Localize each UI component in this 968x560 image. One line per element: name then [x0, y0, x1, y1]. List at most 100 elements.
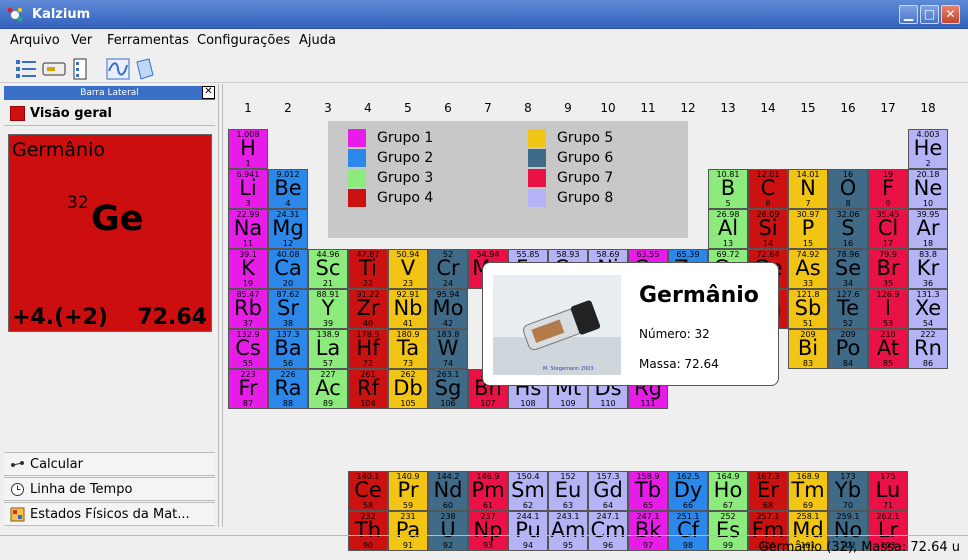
element-cell-tm[interactable]: 168.9 Tm 69 [788, 471, 828, 511]
element-cell-n[interactable]: 14.01 N 7 [788, 169, 828, 209]
element-cell-sg[interactable]: 263.1 Sg 106 [428, 369, 468, 409]
element-cell-cr[interactable]: 52 Cr 24 [428, 249, 468, 289]
legend-icon[interactable] [68, 57, 92, 81]
element-cell-bi[interactable]: 209 Bi 83 [788, 329, 828, 369]
menu-bar: Arquivo Ver Ferramentas Configurações Aj… [0, 29, 968, 52]
element-cell-pr[interactable]: 140.9 Pr 59 [388, 471, 428, 511]
element-cell-cs[interactable]: 132.9 Cs 55 [228, 329, 268, 369]
plot-data-icon[interactable] [106, 57, 130, 81]
element-symbol: Mg [272, 216, 304, 240]
element-cell-sb[interactable]: 121.8 Sb 51 [788, 289, 828, 329]
element-cell-se[interactable]: 78.96 Se 34 [828, 249, 868, 289]
element-cell-sc[interactable]: 44.96 Sc 21 [308, 249, 348, 289]
element-cell-mg[interactable]: 24.31 Mg 12 [268, 209, 308, 249]
menu-arquivo[interactable]: Arquivo [10, 33, 60, 48]
element-number: 89 [322, 399, 334, 408]
element-cell-be[interactable]: 9.012 Be 4 [268, 169, 308, 209]
element-cell-po[interactable]: 209 Po 84 [828, 329, 868, 369]
element-cell-rn[interactable]: 222 Rn 86 [908, 329, 948, 369]
element-cell-rf[interactable]: 261 Rf 104 [348, 369, 388, 409]
element-cell-hf[interactable]: 178.5 Hf 72 [348, 329, 388, 369]
element-number: 111 [640, 399, 656, 408]
element-cell-as[interactable]: 74.92 As 33 [788, 249, 828, 289]
element-cell-xe[interactable]: 131.3 Xe 54 [908, 289, 948, 329]
element-cell-he[interactable]: 4.003 He 2 [908, 129, 948, 169]
element-cell-p[interactable]: 30.97 P 15 [788, 209, 828, 249]
element-cell-br[interactable]: 79.9 Br 35 [868, 249, 908, 289]
element-cell-rb[interactable]: 85.47 Rb 37 [228, 289, 268, 329]
element-symbol: Rb [234, 296, 262, 320]
element-cell-er[interactable]: 167.3 Er 68 [748, 471, 788, 511]
element-cell-ti[interactable]: 47.87 Ti 22 [348, 249, 388, 289]
element-cell-dy[interactable]: 162.5 Dy 66 [668, 471, 708, 511]
calculator-icon [11, 461, 24, 467]
element-cell-tb[interactable]: 158.9 Tb 65 [628, 471, 668, 511]
element-cell-k[interactable]: 39.1 K 19 [228, 249, 268, 289]
menu-ver[interactable]: Ver [71, 33, 92, 48]
close-window-button[interactable]: ✕ [941, 5, 960, 24]
element-symbol: Br [876, 256, 900, 280]
element-cell-db[interactable]: 262 Db 105 [388, 369, 428, 409]
element-cell-v[interactable]: 50.94 V 23 [388, 249, 428, 289]
element-cell-ne[interactable]: 20.18 Ne 10 [908, 169, 948, 209]
element-cell-at[interactable]: 210 At 85 [868, 329, 908, 369]
element-cell-w[interactable]: 183.8 W 74 [428, 329, 468, 369]
element-cell-la[interactable]: 138.9 La 57 [308, 329, 348, 369]
glossary-icon[interactable] [133, 57, 157, 81]
group-header: 6 [444, 101, 452, 115]
element-cell-cl[interactable]: 35.45 Cl 17 [868, 209, 908, 249]
element-cell-ba[interactable]: 137.3 Ba 56 [268, 329, 308, 369]
element-cell-fr[interactable]: 223 Fr 87 [228, 369, 268, 409]
tab-calculate[interactable]: Calcular [4, 452, 215, 476]
element-cell-b[interactable]: 10.81 B 5 [708, 169, 748, 209]
element-cell-gd[interactable]: 157.3 Gd 64 [588, 471, 628, 511]
element-cell-f[interactable]: 19 F 9 [868, 169, 908, 209]
element-symbol: Sg [434, 376, 462, 400]
element-cell-kr[interactable]: 83.8 Kr 36 [908, 249, 948, 289]
menu-ferramentas[interactable]: Ferramentas [107, 33, 189, 48]
element-cell-ac[interactable]: 227 Ac 89 [308, 369, 348, 409]
element-cell-nb[interactable]: 92.91 Nb 41 [388, 289, 428, 329]
element-cell-ce[interactable]: 140.1 Ce 58 [348, 471, 388, 511]
sidebar-splitter[interactable] [218, 84, 223, 527]
tab-states-of-matter[interactable]: Estados Físicos da Mat... [4, 502, 215, 526]
element-cell-zr[interactable]: 91.22 Zr 40 [348, 289, 388, 329]
element-cell-ra[interactable]: 226 Ra 88 [268, 369, 308, 409]
element-symbol: Pm [471, 478, 505, 502]
element-cell-yb[interactable]: 173 Yb 70 [828, 471, 868, 511]
element-cell-ta[interactable]: 180.9 Ta 73 [388, 329, 428, 369]
minimize-button[interactable]: ▁ [899, 5, 918, 24]
menu-ajuda[interactable]: Ajuda [299, 33, 336, 48]
tab-overview[interactable]: Visão geral [4, 102, 215, 126]
element-cell-sm[interactable]: 150.4 Sm 62 [508, 471, 548, 511]
overview-icon [10, 106, 25, 121]
element-cell-al[interactable]: 26.98 Al 13 [708, 209, 748, 249]
element-cell-mo[interactable]: 95.94 Mo 42 [428, 289, 468, 329]
element-cell-h[interactable]: 1.008 H 1 [228, 129, 268, 169]
element-cell-ca[interactable]: 40.08 Ca 20 [268, 249, 308, 289]
element-cell-y[interactable]: 88.91 Y 39 [308, 289, 348, 329]
element-cell-te[interactable]: 127.6 Te 52 [828, 289, 868, 329]
element-cell-o[interactable]: 16 O 8 [828, 169, 868, 209]
legend-label: Grupo 8 [557, 190, 614, 206]
element-cell-eu[interactable]: 152 Eu 63 [548, 471, 588, 511]
element-cell-ar[interactable]: 39.95 Ar 18 [908, 209, 948, 249]
element-cell-c[interactable]: 12.01 C 6 [748, 169, 788, 209]
numeration-icon[interactable] [42, 57, 66, 81]
element-cell-nd[interactable]: 144.2 Nd 60 [428, 471, 468, 511]
element-cell-pm[interactable]: 146.9 Pm 61 [468, 471, 508, 511]
element-cell-lu[interactable]: 175 Lu 71 [868, 471, 908, 511]
maximize-button[interactable]: □ [920, 5, 939, 24]
menu-configuracoes[interactable]: Configurações [197, 33, 290, 48]
element-cell-na[interactable]: 22.99 Na 11 [228, 209, 268, 249]
element-cell-ho[interactable]: 164.9 Ho 67 [708, 471, 748, 511]
element-cell-s[interactable]: 32.06 S 16 [828, 209, 868, 249]
element-cell-sr[interactable]: 87.62 Sr 38 [268, 289, 308, 329]
sidebar-list-icon[interactable] [14, 57, 38, 81]
element-cell-i[interactable]: 126.9 I 53 [868, 289, 908, 329]
tab-timeline[interactable]: Linha de Tempo [4, 477, 215, 501]
sidebar-close-icon[interactable]: ✕ [202, 86, 215, 99]
element-cell-si[interactable]: 28.09 Si 14 [748, 209, 788, 249]
element-symbol: Po [835, 336, 861, 360]
element-cell-li[interactable]: 6.941 Li 3 [228, 169, 268, 209]
